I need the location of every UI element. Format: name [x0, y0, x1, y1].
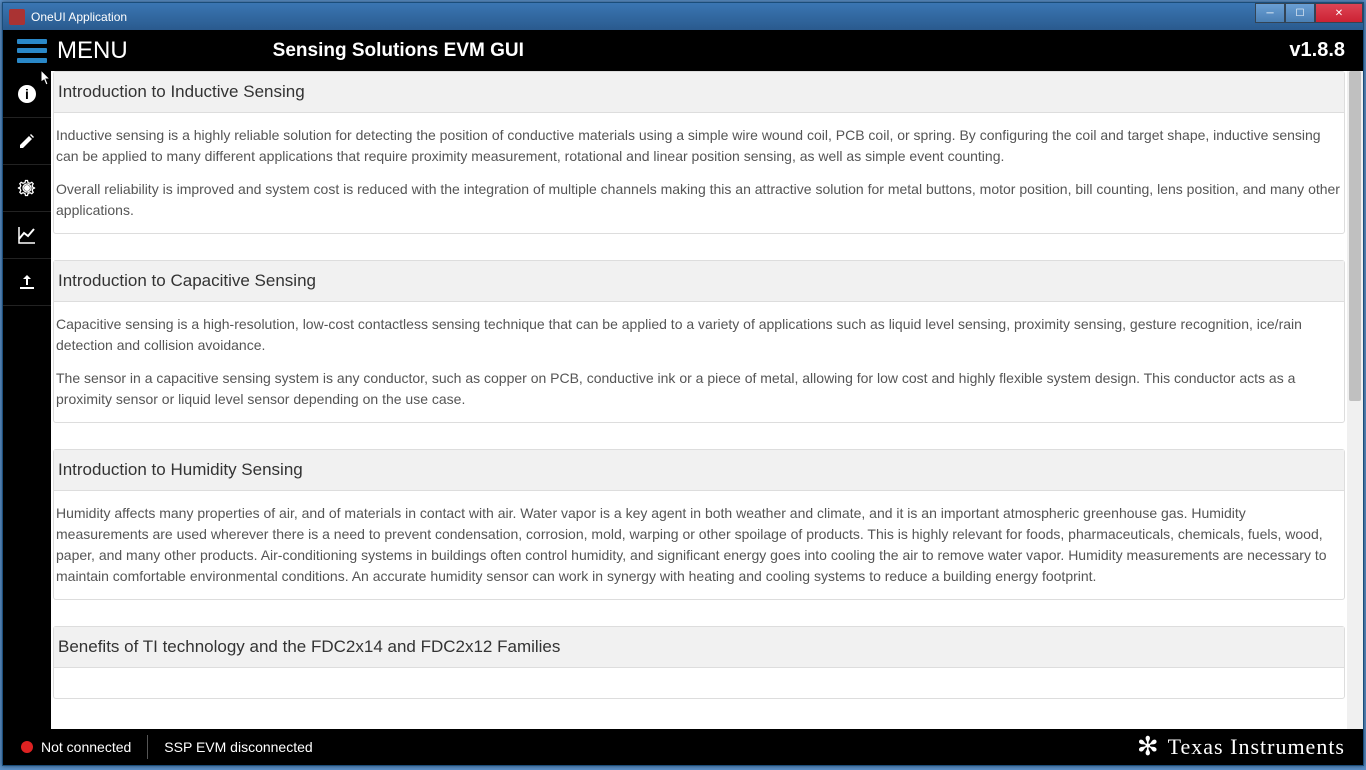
app-icon [9, 9, 25, 25]
section-paragraph: Capacitive sensing is a high-resolution,… [56, 314, 1342, 356]
chart-icon [17, 225, 37, 245]
status-bar: Not connected SSP EVM disconnected ✻ Tex… [3, 729, 1363, 765]
section-paragraph: Inductive sensing is a highly reliable s… [56, 125, 1342, 167]
section-title: Benefits of TI technology and the FDC2x1… [54, 627, 1344, 668]
gear-icon [17, 178, 37, 198]
section-title: Introduction to Capacitive Sensing [54, 261, 1344, 302]
section-paragraph: The sensor in a capacitive sensing syste… [56, 368, 1342, 410]
brand-name: Texas Instruments [1168, 734, 1345, 760]
ti-mark-icon: ✻ [1137, 732, 1160, 762]
minimize-button[interactable]: ─ [1255, 3, 1285, 23]
section-title: Introduction to Humidity Sensing [54, 450, 1344, 491]
section-humidity: Introduction to Humidity Sensing Humidit… [53, 449, 1345, 600]
info-icon: i [17, 84, 37, 104]
maximize-button[interactable]: ☐ [1285, 3, 1315, 23]
hamburger-icon[interactable] [17, 39, 47, 63]
sidebar-upload[interactable] [3, 259, 51, 306]
section-inductive: Introduction to Inductive Sensing Induct… [53, 71, 1345, 234]
menu-label[interactable]: MENU [57, 37, 128, 65]
window-titlebar: OneUI Application ─ ☐ ✕ [3, 3, 1363, 30]
page-title: Sensing Solutions EVM GUI [273, 40, 1290, 62]
sidebar-edit[interactable] [3, 118, 51, 165]
sidebar-info[interactable]: i [3, 71, 51, 118]
device-status: SSP EVM disconnected [164, 739, 312, 755]
connection-status: Not connected [41, 739, 131, 755]
sidebar: i [3, 71, 51, 729]
sidebar-settings[interactable] [3, 165, 51, 212]
scrollbar[interactable] [1347, 71, 1363, 729]
upload-icon [18, 273, 36, 291]
brand-logo: ✻ Texas Instruments [1137, 732, 1345, 762]
section-benefits: Benefits of TI technology and the FDC2x1… [53, 626, 1345, 699]
window-title: OneUI Application [31, 10, 127, 24]
section-capacitive: Introduction to Capacitive Sensing Capac… [53, 260, 1345, 423]
section-title: Introduction to Inductive Sensing [54, 72, 1344, 113]
status-indicator-icon [21, 741, 33, 753]
section-paragraph: Humidity affects many properties of air,… [56, 503, 1342, 587]
sidebar-chart[interactable] [3, 212, 51, 259]
pencil-icon [18, 132, 36, 150]
content-area: Introduction to Inductive Sensing Induct… [51, 71, 1347, 729]
scrollbar-thumb[interactable] [1349, 71, 1361, 401]
close-button[interactable]: ✕ [1315, 3, 1363, 23]
svg-text:i: i [25, 86, 29, 102]
section-paragraph: Overall reliability is improved and syst… [56, 179, 1342, 221]
version-label: v1.8.8 [1289, 39, 1345, 62]
app-header: MENU Sensing Solutions EVM GUI v1.8.8 [3, 30, 1363, 71]
